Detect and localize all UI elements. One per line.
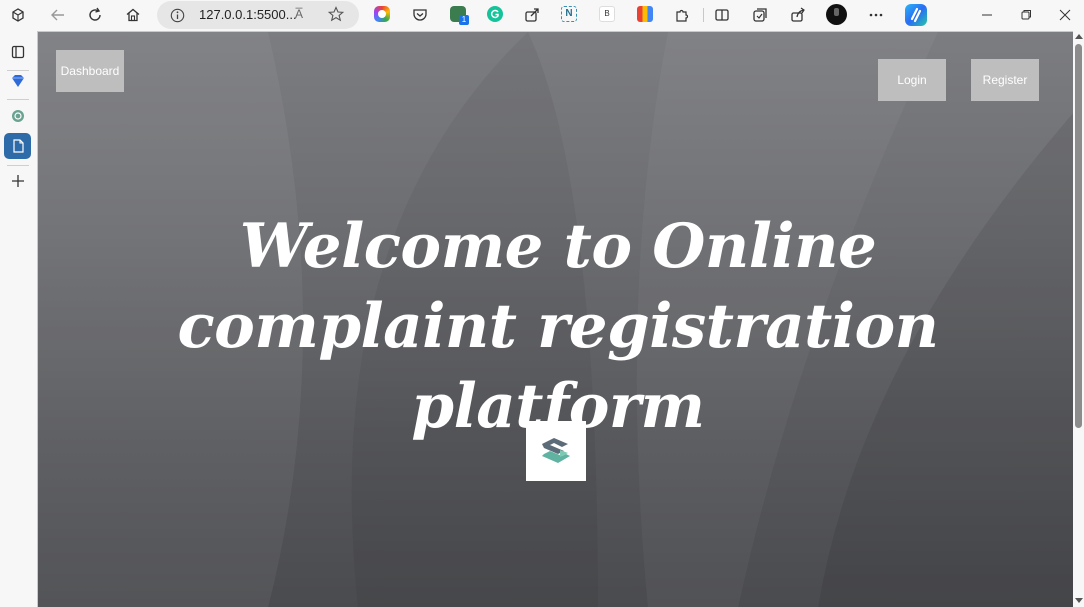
star-icon[interactable] [327,6,345,26]
register-button[interactable]: Register [971,59,1039,101]
refresh-icon[interactable] [83,4,107,26]
grammarly-icon[interactable] [487,6,503,22]
extension-badge: 1 [459,15,469,25]
diamond-icon[interactable] [4,68,31,94]
page-scrollbar[interactable] [1073,31,1084,607]
tab-actions-icon[interactable] [4,39,31,65]
split-screen-icon[interactable] [710,4,734,26]
workspaces-icon[interactable] [6,4,30,26]
address-bar[interactable]: 127.0.0.1:5500... A̅ [157,1,359,29]
notion-extension-icon[interactable]: N [561,6,577,22]
share-extension-icon[interactable] [520,4,544,26]
site-info-icon[interactable] [170,8,185,27]
read-aloud-icon[interactable]: A̅ [295,7,303,21]
page-title: Welcome to Online complaint registration… [177,211,939,442]
document-icon[interactable] [4,133,31,159]
toolbar-divider [703,8,704,22]
chatgpt-icon[interactable] [4,103,31,129]
scroll-up-icon[interactable] [1075,34,1083,39]
sidebar-divider [7,165,29,166]
url-text[interactable]: 127.0.0.1:5500... [199,7,297,22]
profile-avatar[interactable] [826,4,847,25]
back-arrow-icon[interactable] [46,4,70,26]
more-dots-icon[interactable] [864,4,888,26]
logo-tile [526,421,586,481]
sidebar-divider [7,99,29,100]
dashboard-button[interactable]: Dashboard [56,50,124,92]
logo-icon [542,438,570,463]
extensions-puzzle-icon[interactable] [670,4,694,26]
browser-toolbar: 127.0.0.1:5500... A̅ 1 N B [0,0,1084,31]
scrollbar-thumb[interactable] [1075,44,1082,428]
close-icon[interactable] [1053,4,1077,26]
page-viewport: Dashboard Login Register Welcome to Onli… [37,31,1073,607]
minimize-icon[interactable] [975,4,999,26]
home-icon[interactable] [121,4,145,26]
add-icon[interactable] [4,168,31,194]
scroll-down-icon[interactable] [1075,598,1083,603]
calendar-extension-icon[interactable] [637,6,653,22]
restore-icon[interactable] [1014,4,1038,26]
login-button[interactable]: Login [878,59,946,101]
sheets-extension-icon[interactable]: 1 [450,6,469,25]
copilot-icon[interactable] [905,4,927,26]
browser-sidebar [0,31,37,607]
pocket-icon[interactable] [408,4,432,26]
color-picker-extension-icon[interactable] [374,6,390,22]
collections-icon[interactable] [748,4,772,26]
share-icon[interactable] [786,4,810,26]
browser-window: 127.0.0.1:5500... A̅ 1 N B Dashboard Log… [0,0,1084,607]
b-extension-icon[interactable]: B [599,6,615,22]
